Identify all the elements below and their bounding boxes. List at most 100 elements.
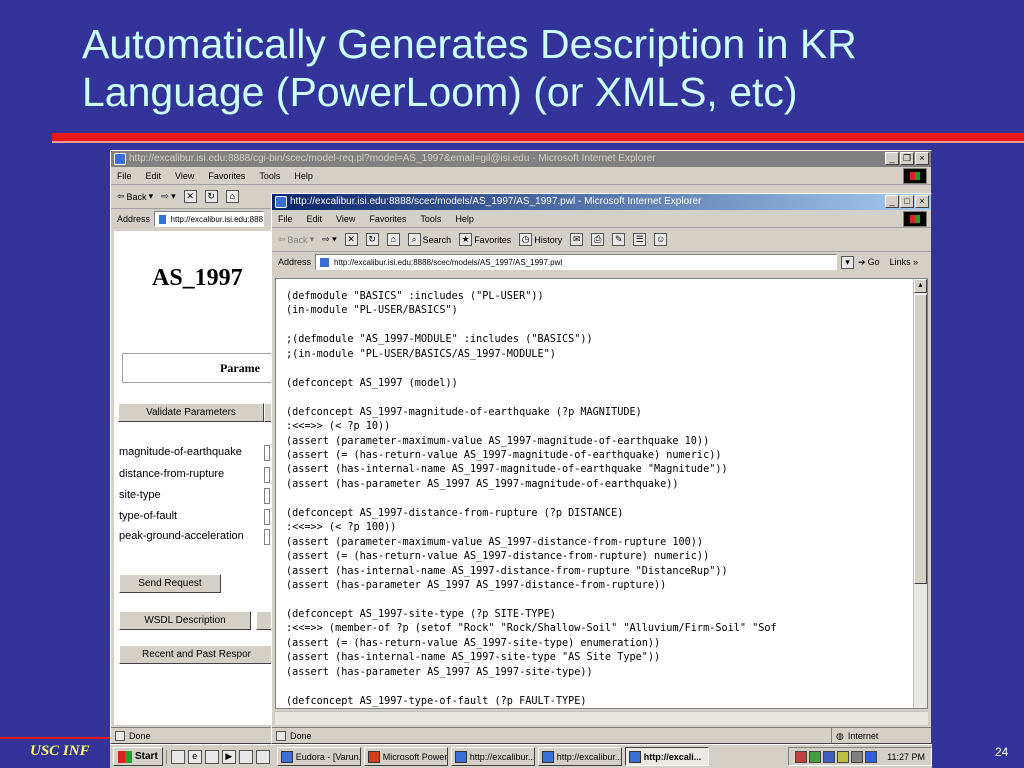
refresh-icon[interactable]: ↻ — [204, 190, 218, 203]
recent-responses-button[interactable]: Recent and Past Respor — [119, 645, 274, 664]
close-button[interactable]: × — [915, 195, 929, 208]
taskbar: Start e ▶ Eudora - [Varun... Microsoft P… — [110, 744, 932, 768]
restore-button[interactable]: ❐ — [900, 152, 914, 165]
powerloom-code: (defmodule "BASICS" :includes ("PL-USER"… — [286, 291, 777, 707]
task-browser[interactable]: http://excalibur... — [450, 747, 535, 766]
forward-button[interactable]: ⇨ ▾ — [322, 234, 337, 245]
front-statusbar: Done ◍ Internet — [272, 727, 931, 743]
history-button[interactable]: ◷ History — [519, 233, 562, 246]
param-label: peak-ground-acceleration — [119, 530, 244, 542]
front-toolbar: ⇦ Back ▾ ⇨ ▾ ✕ ↻ ⌂ ⌕ Search ★ Favorites ◷ Hi… — [272, 228, 931, 252]
menu-view[interactable]: View — [336, 210, 355, 227]
param-label: magnitude-of-earthquake — [119, 446, 242, 458]
close-button[interactable]: × — [915, 152, 929, 165]
links-button[interactable]: Links » — [890, 257, 919, 267]
go-arrow-icon: ➔ — [858, 256, 866, 267]
show-desktop-icon[interactable] — [170, 749, 185, 764]
back-button[interactable]: ⇦ Back ▾ — [278, 234, 314, 245]
page-done-icon — [115, 731, 125, 741]
favorites-button[interactable]: ★ Favorites — [459, 233, 511, 246]
messenger-icon[interactable]: ☺ — [654, 233, 668, 246]
param-input[interactable] — [264, 488, 270, 504]
front-address-input[interactable]: http://excalibur.isi.edu:8888/scec/model… — [315, 254, 838, 270]
volume-icon[interactable] — [851, 750, 864, 763]
stop-icon[interactable]: ✕ — [183, 190, 197, 203]
windows-flag-icon — [118, 750, 132, 763]
ie-icon — [114, 153, 126, 165]
ie-quicklaunch-icon[interactable]: e — [187, 749, 202, 764]
task-browser[interactable]: http://excalibur... — [537, 747, 622, 766]
discuss-icon[interactable]: ☰ — [633, 233, 647, 246]
media-icon[interactable]: ▶ — [221, 749, 236, 764]
windows-logo-icon — [903, 168, 927, 184]
clock[interactable]: 11:27 PM — [887, 752, 925, 762]
task-eudora[interactable]: Eudora - [Varun... — [276, 747, 361, 766]
scroll-thumb[interactable] — [914, 294, 927, 584]
ie-icon — [454, 750, 467, 763]
address-dropdown-icon[interactable]: ▾ — [841, 255, 855, 269]
search-button[interactable]: ⌕ Search — [407, 233, 451, 246]
info-icon[interactable] — [865, 750, 878, 763]
front-page-content: (defmodule "BASICS" :includes ("PL-USER"… — [275, 278, 928, 709]
tray-icon[interactable] — [809, 750, 822, 763]
menu-tools[interactable]: Tools — [420, 210, 441, 227]
back-address-input[interactable]: http://excalibur.isi.edu:888 — [154, 211, 265, 227]
edit-icon[interactable]: ✎ — [612, 233, 626, 246]
back-button[interactable]: ⇦ Back ▾ — [117, 191, 153, 202]
outlook-icon[interactable] — [204, 749, 219, 764]
wsdl-description-button[interactable]: WSDL Description — [119, 611, 251, 630]
front-browser-window[interactable]: http://excalibur.isi.edu:8888/scec/model… — [271, 193, 932, 744]
menu-help[interactable]: Help — [294, 167, 313, 184]
mail-icon[interactable]: ✉ — [570, 233, 584, 246]
maximize-button[interactable]: □ — [900, 195, 914, 208]
home-icon[interactable]: ⌂ — [225, 190, 239, 203]
system-tray: 11:27 PM — [788, 747, 932, 766]
minimize-button[interactable]: _ — [885, 152, 899, 165]
vertical-scrollbar[interactable]: ▲ — [913, 279, 927, 708]
scroll-up-icon[interactable]: ▲ — [914, 279, 927, 293]
address-label: Address — [278, 257, 312, 267]
page-icon — [158, 213, 167, 225]
menu-favorites[interactable]: Favorites — [208, 167, 245, 184]
send-request-button[interactable]: Send Request — [119, 574, 221, 593]
menu-edit[interactable]: Edit — [146, 167, 162, 184]
stop-icon[interactable]: ✕ — [344, 233, 358, 246]
param-input[interactable] — [264, 529, 270, 545]
menu-edit[interactable]: Edit — [307, 210, 323, 227]
tray-icon[interactable] — [837, 750, 850, 763]
print-icon[interactable]: ⎙ — [591, 233, 605, 246]
ie-icon — [275, 196, 287, 208]
horizontal-scrollbar[interactable] — [275, 711, 928, 725]
zone-indicator: ◍ Internet — [831, 728, 931, 743]
param-input[interactable] — [264, 509, 270, 525]
validate-parameters-button[interactable]: Validate Parameters — [118, 403, 264, 422]
forward-button[interactable]: ⇨ ▾ — [161, 191, 176, 202]
model-title: AS_1997 — [152, 265, 243, 291]
menu-file[interactable]: File — [278, 210, 293, 227]
param-input[interactable] — [264, 467, 270, 483]
title-divider-shadow — [52, 141, 1024, 143]
task-powerpoint[interactable]: Microsoft Power... — [363, 747, 448, 766]
menu-file[interactable]: File — [117, 167, 132, 184]
menu-view[interactable]: View — [175, 167, 194, 184]
menu-help[interactable]: Help — [455, 210, 474, 227]
go-button[interactable]: ➔ Go — [858, 257, 880, 268]
windows-logo-icon — [903, 211, 927, 227]
app-icon[interactable] — [238, 749, 253, 764]
history-icon: ◷ — [519, 233, 533, 246]
back-window-titlebar[interactable]: http://excalibur.isi.edu:8888/cgi-bin/sc… — [111, 151, 931, 167]
start-button[interactable]: Start — [113, 747, 163, 766]
front-window-titlebar[interactable]: http://excalibur.isi.edu:8888/scec/model… — [272, 194, 931, 210]
minimize-button[interactable]: _ — [885, 195, 899, 208]
tray-icon[interactable] — [795, 750, 808, 763]
task-browser-active[interactable]: http://excali... — [624, 747, 709, 766]
tray-icon[interactable] — [823, 750, 836, 763]
globe-icon: ◍ — [836, 731, 844, 741]
menu-favorites[interactable]: Favorites — [369, 210, 406, 227]
menu-tools[interactable]: Tools — [259, 167, 280, 184]
refresh-icon[interactable]: ↻ — [365, 233, 379, 246]
app-icon[interactable] — [255, 749, 270, 764]
param-input[interactable] — [264, 445, 270, 461]
home-icon[interactable]: ⌂ — [386, 233, 400, 246]
search-icon: ⌕ — [407, 233, 421, 246]
